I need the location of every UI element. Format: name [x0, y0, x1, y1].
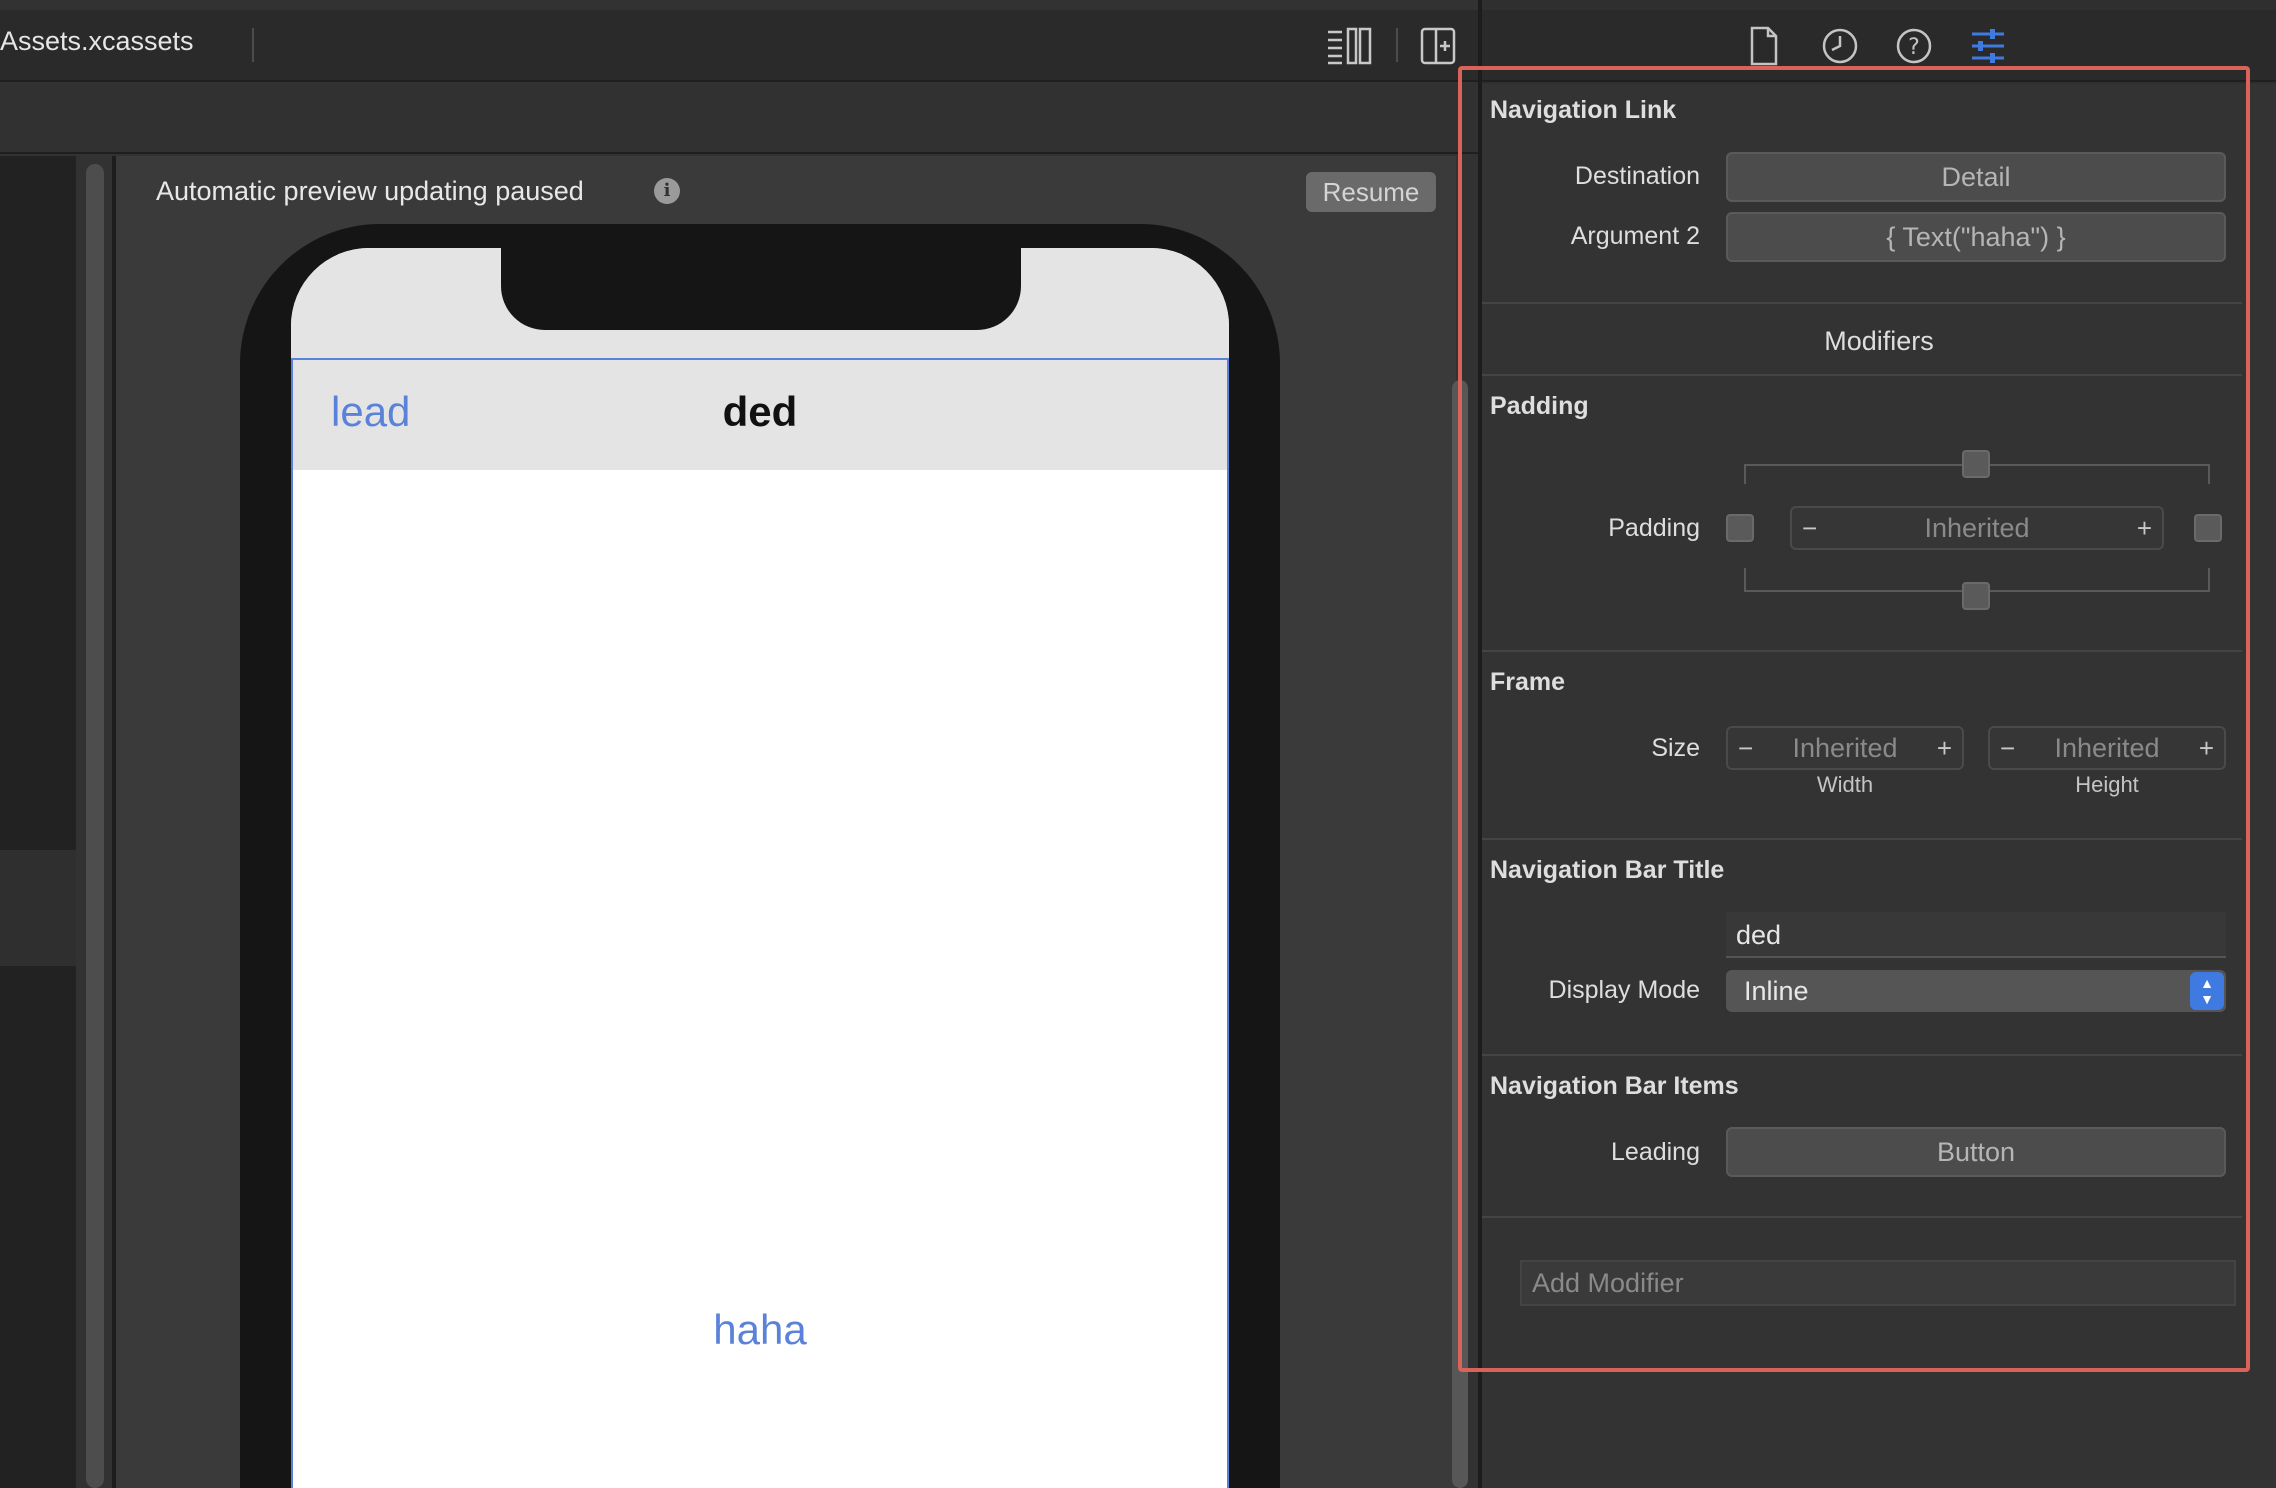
navigator-scrollbar[interactable]: [86, 164, 104, 1488]
jump-bar: [0, 84, 1478, 154]
editor-options-icon[interactable]: [1326, 26, 1374, 66]
editor-tab-bar: [0, 10, 1478, 82]
attributes-icon[interactable]: [1966, 24, 2010, 68]
device-notch: [501, 248, 1021, 330]
info-icon[interactable]: i: [654, 178, 680, 204]
nav-leading-button[interactable]: lead: [331, 388, 410, 436]
help-icon[interactable]: ?: [1892, 24, 1936, 68]
highlight-frame: [1458, 66, 2250, 1372]
navigator-selected-row[interactable]: [0, 850, 76, 966]
preview-status-text: Automatic preview updating paused: [156, 176, 584, 206]
add-editor-icon[interactable]: [1418, 26, 1466, 66]
editor-tab-title[interactable]: Assets.xcassets: [0, 26, 194, 57]
svg-text:?: ?: [1908, 35, 1920, 60]
resume-button[interactable]: Resume: [1306, 172, 1436, 212]
nav-bar-title: ded: [722, 388, 798, 435]
tab-separator: [252, 28, 254, 62]
toolbar-separator: [1396, 28, 1398, 62]
history-icon[interactable]: [1818, 24, 1862, 68]
navigation-link-text[interactable]: haha: [291, 1306, 1229, 1354]
navigator-strip: [0, 156, 76, 1488]
device-screen: ded lead haha: [291, 248, 1229, 1488]
file-icon[interactable]: [1742, 24, 1786, 68]
